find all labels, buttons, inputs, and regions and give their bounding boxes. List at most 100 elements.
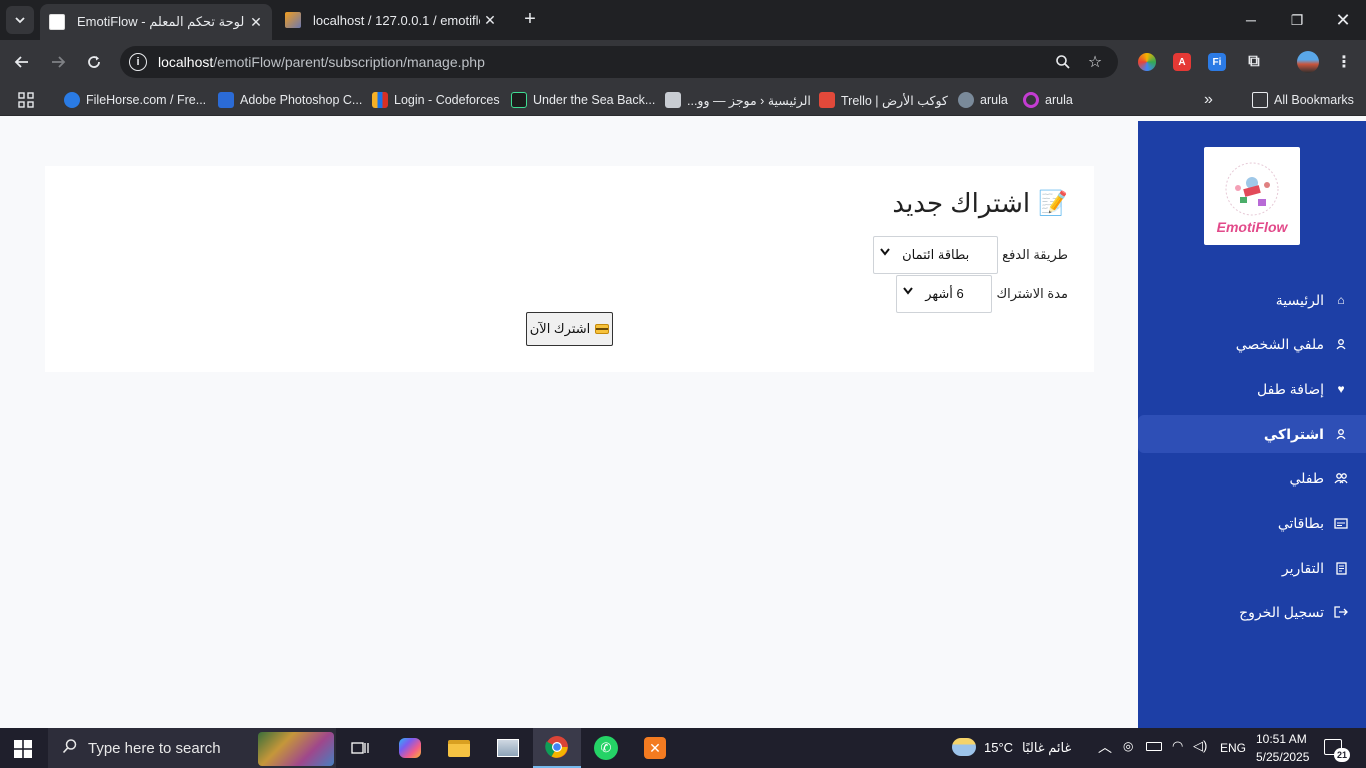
file-explorer-app[interactable] (435, 728, 483, 768)
browser-menu-icon[interactable]: ⋮ (1335, 53, 1353, 71)
wifi-icon[interactable]: ◠ (1172, 738, 1183, 754)
duration-select[interactable]: 6 أشهر (896, 275, 993, 313)
taskbar-search[interactable]: Type here to search (48, 728, 336, 768)
browser-toolbar: i localhost/emotiFlow/parent/subscriptio… (0, 40, 1366, 84)
windows-taskbar: Type here to search ✆ ✕ 15°C غائم غالبًا… (0, 728, 1366, 768)
phpmyadmin-favicon-icon (285, 12, 301, 28)
sidebar-item-profile[interactable]: ملفي الشخصي (1138, 325, 1366, 363)
sidebar-item-reports[interactable]: التقارير (1138, 549, 1366, 587)
payment-method-select[interactable]: بطاقة ائتمان (873, 236, 999, 274)
sidebar-item-logout[interactable]: تسجيل الخروج (1138, 593, 1366, 631)
task-view-button[interactable] (336, 728, 384, 768)
codeforces-icon (372, 92, 388, 108)
arula-gear-icon (958, 92, 974, 108)
weather-text[interactable]: غائم غالبًا (1022, 740, 1071, 756)
bookmark-arula-2[interactable]: arula (1023, 90, 1073, 110)
battery-icon[interactable] (1146, 742, 1162, 751)
clock-date[interactable]: 5/25/2025 (1256, 750, 1309, 764)
duration-row: مدة الاشتراك 6 أشهر (896, 275, 1068, 313)
home-icon: ⌂ (1337, 293, 1345, 307)
whatsapp-icon: ✆ (594, 736, 618, 760)
card-icon (1334, 516, 1348, 530)
copilot-icon (399, 738, 421, 758)
all-bookmarks[interactable]: All Bookmarks (1252, 90, 1354, 110)
profile-avatar[interactable] (1297, 51, 1319, 73)
chevron-down-icon (880, 248, 890, 259)
apps-grid-icon[interactable] (18, 90, 34, 110)
clock-time[interactable]: 10:51 AM (1256, 732, 1307, 746)
tab-phpmyadmin[interactable]: localhost / 127.0.0.1 / emotiflow ✕ (276, 4, 506, 36)
sidebar-item-home[interactable]: الرئيسية ⌂ (1138, 281, 1366, 319)
close-icon[interactable]: ✕ (480, 12, 500, 29)
tab-emotiflow[interactable]: EmotiFlow - لوحة تحكم المعلم ✕ (40, 4, 272, 40)
address-bar[interactable]: i localhost/emotiFlow/parent/subscriptio… (120, 46, 1118, 78)
chevron-down-icon (903, 287, 914, 298)
bookmark-under-the-sea[interactable]: Under the Sea Back... (511, 90, 655, 110)
reload-icon (88, 56, 100, 68)
weather-cloud-icon[interactable] (952, 738, 976, 756)
heart-icon: ♥ (1337, 382, 1345, 396)
under-the-sea-icon (511, 92, 527, 108)
chevron-up-icon[interactable]: ︿ (1098, 737, 1112, 757)
task-view-icon (351, 742, 369, 754)
bookmark-filehorse[interactable]: FileHorse.com / Fre... (64, 90, 206, 110)
sidebar-item-my-subscription[interactable]: اشتراكي (1138, 415, 1366, 453)
zoom-icon[interactable] (1054, 53, 1072, 71)
close-window-button[interactable]: ✕ (1320, 0, 1366, 40)
arula-ring-icon (1023, 92, 1039, 108)
camera-icon[interactable]: ◎ (1123, 739, 1133, 753)
user-icon (1334, 337, 1348, 351)
bookmark-star-icon[interactable]: ☆ (1086, 53, 1104, 71)
folder-icon (448, 739, 470, 757)
bookmark-photoshop[interactable]: Adobe Photoshop C... (218, 90, 362, 110)
report-icon (1334, 561, 1348, 575)
photos-app[interactable] (484, 728, 532, 768)
copilot-app[interactable] (386, 728, 434, 768)
emotiflow-logo[interactable]: EmotiFlow (1204, 147, 1300, 245)
volume-icon[interactable]: ◁) (1193, 738, 1207, 754)
tab-title: EmotiFlow - لوحة تحكم المعلم (77, 14, 245, 29)
restore-button[interactable]: ❐ (1274, 0, 1320, 40)
minimize-button[interactable]: ─ (1228, 0, 1274, 40)
reload-button[interactable] (80, 48, 108, 76)
new-tab-button[interactable]: + (518, 8, 542, 32)
back-button[interactable] (8, 48, 36, 76)
close-icon[interactable]: ✕ (246, 14, 266, 31)
subscribe-button[interactable]: اشترك الآن (526, 312, 613, 346)
bookmark-codeforces[interactable]: Login - Codeforces (372, 90, 500, 110)
sidebar-item-add-child[interactable]: إضافة طفل ♥ (1138, 370, 1366, 408)
user-icon (1334, 427, 1348, 441)
site-info-icon[interactable]: i (129, 53, 147, 71)
photos-icon (497, 739, 519, 757)
extension-translate-icon[interactable] (1138, 53, 1156, 71)
more-bookmarks-icon[interactable]: » (1204, 90, 1213, 110)
whatsapp-app[interactable]: ✆ (582, 728, 630, 768)
url-text: localhost/emotiFlow/parent/subscription/… (158, 54, 485, 70)
subscription-card: 📝 اشتراك جديد طريقة الدفع بطاقة ائتمان م… (45, 166, 1094, 372)
extension-fi-icon[interactable]: Fi (1208, 53, 1226, 71)
payment-method-label: طريقة الدفع (1002, 247, 1068, 262)
extensions-puzzle-icon[interactable]: ⧉ (1245, 53, 1263, 71)
chrome-app[interactable] (533, 728, 581, 768)
tab-search-button[interactable] (6, 6, 34, 34)
forward-button[interactable] (44, 48, 72, 76)
logo-text: EmotiFlow (1216, 219, 1288, 235)
chevron-down-icon (15, 17, 25, 24)
bookmark-trello[interactable]: Trello | كوكب الأرض (819, 90, 948, 110)
windows-start-icon[interactable] (14, 740, 32, 758)
language-indicator[interactable]: ENG (1220, 741, 1246, 755)
payment-method-row: طريقة الدفع بطاقة ائتمان (873, 236, 1068, 274)
search-placeholder: Type here to search (88, 739, 221, 757)
weather-temp[interactable]: 15°C (984, 740, 1013, 755)
folder-icon (1252, 92, 1268, 108)
arrow-left-icon (14, 56, 28, 68)
bookmark-arula-1[interactable]: arula (958, 90, 1008, 110)
xampp-app[interactable]: ✕ (631, 728, 679, 768)
sidebar-item-my-child[interactable]: طفلي (1138, 459, 1366, 497)
extension-acrobat-icon[interactable]: A (1173, 53, 1191, 71)
bookmark-mojaz[interactable]: الرئيسية ‹ موجز — وو... (665, 90, 811, 110)
trello-icon (819, 92, 835, 108)
search-icon (62, 738, 78, 759)
sidebar-item-my-cards[interactable]: بطاقاتي (1138, 504, 1366, 542)
users-icon (1334, 471, 1348, 485)
